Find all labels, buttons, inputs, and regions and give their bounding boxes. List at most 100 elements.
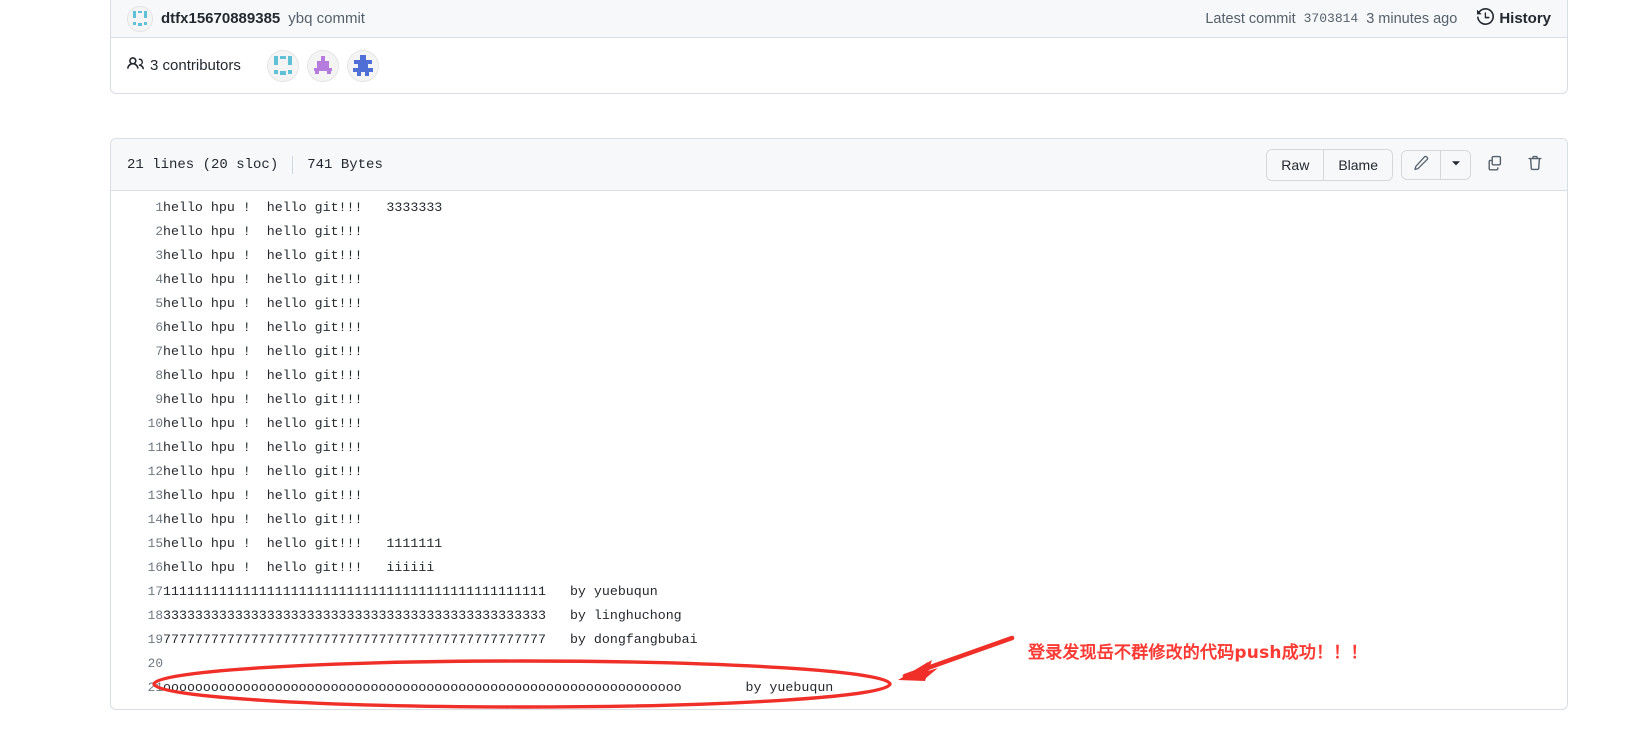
line-number[interactable]: 9: [111, 388, 163, 412]
code-row: 3 hello hpu ! hello git!!!: [111, 244, 1567, 268]
trash-icon: [1526, 154, 1544, 175]
code-row: 12 hello hpu ! hello git!!!: [111, 460, 1567, 484]
line-content: 3333333333333333333333333333333333333333…: [163, 608, 682, 623]
edit-options-button[interactable]: [1440, 150, 1470, 179]
contributors-label: 3 contributors: [150, 57, 241, 74]
contributors-bar: 3 contributors: [110, 38, 1568, 94]
line-number[interactable]: 2: [111, 220, 163, 244]
line-content: hello hpu ! hello git!!! 1111111: [163, 536, 443, 551]
code-row: 17 11111111111111111111111111111111111111…: [111, 580, 1567, 604]
code-row: 5 hello hpu ! hello git!!!: [111, 292, 1567, 316]
contributors-count-link[interactable]: 3 contributors: [127, 55, 241, 76]
chevron-down-icon: [1450, 157, 1462, 172]
contributor-avatar-3[interactable]: [346, 49, 379, 82]
line-number[interactable]: 8: [111, 364, 163, 388]
code-row: 9 hello hpu ! hello git!!!: [111, 388, 1567, 412]
file-action-buttons: Raw Blame: [1266, 148, 1551, 181]
line-number[interactable]: 18: [111, 604, 163, 628]
contributor-avatar-row: [266, 49, 379, 82]
line-content: hello hpu ! hello git!!!: [163, 440, 363, 455]
commit-relative-time: 3 minutes ago: [1366, 10, 1458, 27]
line-content: hello hpu ! hello git!!!: [163, 512, 363, 527]
line-number[interactable]: 6: [111, 316, 163, 340]
line-number[interactable]: 10: [111, 412, 163, 436]
code-row: 1 hello hpu ! hello git!!! 3333333: [111, 196, 1567, 220]
line-content: hello hpu ! hello git!!!: [163, 248, 363, 263]
line-number[interactable]: 11: [111, 436, 163, 460]
line-content: oooooooooooooooooooooooooooooooooooooooo…: [163, 680, 834, 695]
code-content-area: 1 hello hpu ! hello git!!! 3333333 2 hello…: [111, 191, 1567, 700]
history-label: History: [1499, 10, 1551, 27]
line-content: [163, 652, 1567, 676]
blame-button[interactable]: Blame: [1323, 149, 1392, 180]
line-content: hello hpu ! hello git!!!: [163, 392, 363, 407]
file-toolbar: 21 lines (20 sloc) 741 Bytes Raw Blame: [111, 139, 1567, 191]
line-content: hello hpu ! hello git!!!: [163, 320, 363, 335]
line-content: hello hpu ! hello git!!! 3333333: [163, 200, 443, 215]
line-content: hello hpu ! hello git!!!: [163, 272, 363, 287]
edit-file-button[interactable]: [1402, 150, 1440, 179]
commit-author-avatar[interactable]: [127, 5, 153, 32]
line-number[interactable]: 19: [111, 628, 163, 652]
edit-button-group: [1401, 149, 1471, 180]
line-content: hello hpu ! hello git!!!: [163, 344, 363, 359]
line-content: hello hpu ! hello git!!!: [163, 416, 363, 431]
line-number[interactable]: 20: [111, 652, 163, 676]
pencil-icon: [1413, 155, 1429, 174]
code-row: 11 hello hpu ! hello git!!!: [111, 436, 1567, 460]
commit-meta-group: Latest commit 3703814 3 minutes ago Hist…: [1205, 8, 1551, 29]
code-row: 4 hello hpu ! hello git!!!: [111, 268, 1567, 292]
delete-file-button[interactable]: [1519, 150, 1551, 180]
file-size-info: 741 Bytes: [307, 156, 383, 173]
code-row: 20: [111, 652, 1567, 676]
line-number[interactable]: 12: [111, 460, 163, 484]
code-row: 19 77777777777777777777777777777777777777…: [111, 628, 1567, 652]
clock-history-icon: [1477, 8, 1495, 29]
code-row: 8 hello hpu ! hello git!!!: [111, 364, 1567, 388]
line-number[interactable]: 7: [111, 340, 163, 364]
commit-sha[interactable]: 3703814: [1304, 11, 1359, 26]
code-row: 7 hello hpu ! hello git!!!: [111, 340, 1567, 364]
line-number[interactable]: 15: [111, 532, 163, 556]
raw-button[interactable]: Raw: [1267, 149, 1324, 180]
code-row: 16 hello hpu ! hello git!!! iiiiii: [111, 556, 1567, 580]
copy-raw-button[interactable]: [1479, 150, 1511, 180]
code-row: 18 33333333333333333333333333333333333333…: [111, 604, 1567, 628]
people-icon: [127, 55, 144, 76]
line-content: 7777777777777777777777777777777777777777…: [163, 632, 698, 647]
line-number[interactable]: 5: [111, 292, 163, 316]
code-table-body: 1 hello hpu ! hello git!!! 3333333 2 hello…: [111, 196, 1567, 700]
line-number[interactable]: 13: [111, 484, 163, 508]
latest-commit-bar: dtfx15670889385 ybq commit Latest commit…: [110, 0, 1568, 38]
latest-commit-label: Latest commit: [1205, 10, 1296, 27]
line-number[interactable]: 17: [111, 580, 163, 604]
code-row: 2 hello hpu ! hello git!!!: [111, 220, 1567, 244]
line-content: hello hpu ! hello git!!!: [163, 464, 363, 479]
code-row: 6 hello hpu ! hello git!!!: [111, 316, 1567, 340]
line-number[interactable]: 16: [111, 556, 163, 580]
contributor-avatar-2[interactable]: [306, 49, 339, 82]
line-content: hello hpu ! hello git!!!: [163, 368, 363, 383]
code-table: 1 hello hpu ! hello git!!! 3333333 2 hello…: [111, 196, 1567, 700]
line-number[interactable]: 4: [111, 268, 163, 292]
commit-message[interactable]: ybq commit: [288, 10, 365, 27]
file-lines-info: 21 lines (20 sloc): [127, 156, 279, 173]
line-content: 1111111111111111111111111111111111111111…: [163, 584, 658, 599]
raw-blame-button-group: Raw Blame: [1266, 148, 1393, 181]
commit-author-name[interactable]: dtfx15670889385: [161, 10, 280, 27]
commit-author-group: dtfx15670889385 ybq commit: [127, 5, 1205, 32]
line-number[interactable]: 3: [111, 244, 163, 268]
line-content: hello hpu ! hello git!!!: [163, 296, 363, 311]
line-number[interactable]: 14: [111, 508, 163, 532]
code-row: 14 hello hpu ! hello git!!!: [111, 508, 1567, 532]
line-number[interactable]: 1: [111, 196, 163, 220]
contributor-avatar-1[interactable]: [266, 49, 299, 82]
page-root: dtfx15670889385 ybq commit Latest commit…: [0, 0, 1633, 739]
line-content: hello hpu ! hello git!!!: [163, 488, 363, 503]
line-content: hello hpu ! hello git!!!: [163, 224, 363, 239]
history-link[interactable]: History: [1477, 8, 1551, 29]
code-row: 10 hello hpu ! hello git!!!: [111, 412, 1567, 436]
file-meta-info: 21 lines (20 sloc) 741 Bytes: [127, 155, 383, 174]
meta-divider: [292, 155, 294, 174]
line-number[interactable]: 21: [111, 676, 163, 700]
